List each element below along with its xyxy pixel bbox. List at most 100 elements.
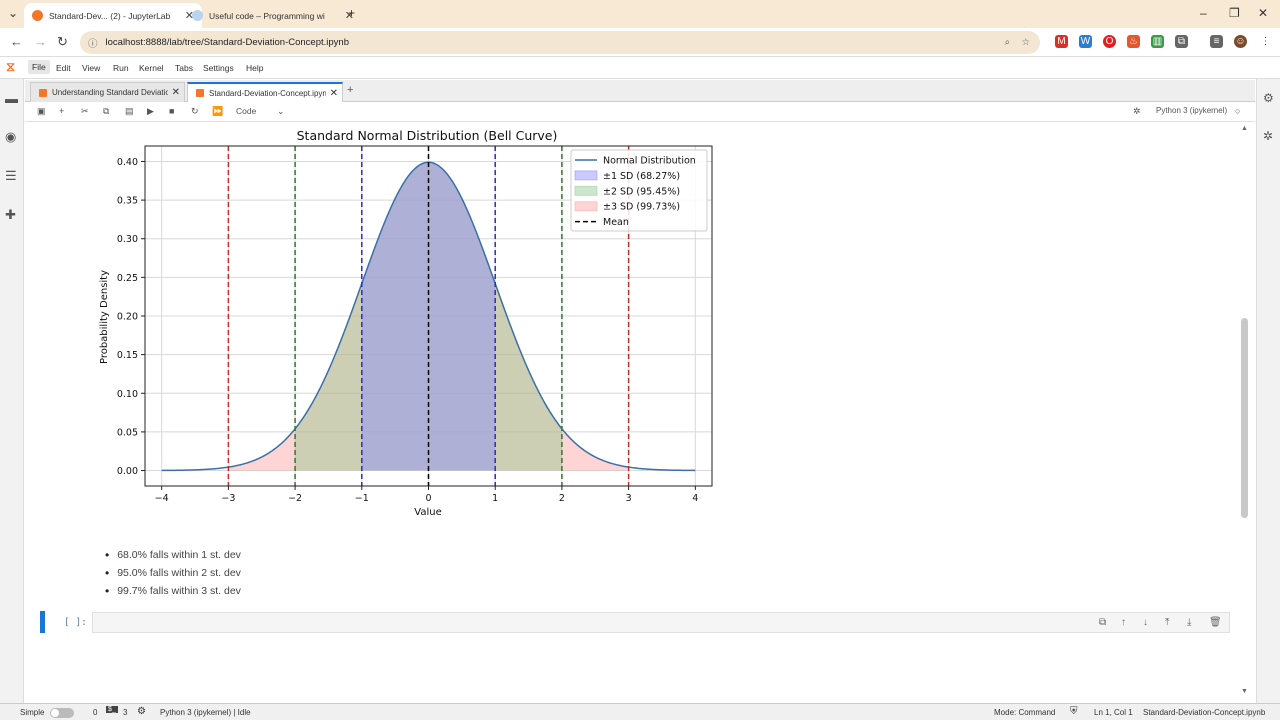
word-extension-icon[interactable]: W [1079,35,1092,48]
minimize-button[interactable]: – [1200,6,1207,20]
menu-file[interactable]: File [28,60,50,74]
run-icon[interactable]: ▶ [147,106,154,117]
insert-cell-icon[interactable]: + [59,106,64,116]
address-bar-row: ← → ↻ ⓘ localhost:8888/lab/tree/Standard… [0,28,1280,57]
back-icon[interactable]: ← [10,34,23,49]
close-icon[interactable]: ✕ [330,88,338,99]
move-up-icon[interactable]: ↑ [1121,617,1126,628]
browser-tab-bar: ⌄ Standard-Dev... (2) - JupyterLab ✕ Use… [0,0,1280,28]
y-tick-label: 0.40 [117,157,138,168]
x-tick-label: 2 [559,493,565,504]
opera-extension-icon[interactable]: O [1103,35,1116,48]
x-tick-label: 1 [492,493,498,504]
menu-settings[interactable]: Settings [203,63,234,73]
maximize-button[interactable]: ❐ [1229,6,1240,20]
cell-type-select[interactable]: Code [236,106,256,116]
kernel-name[interactable]: Python 3 (ipykernel) [1156,106,1227,115]
property-inspector-icon[interactable]: ⚙ [1263,91,1274,105]
insert-above-icon[interactable]: ⤒ [1165,617,1169,628]
simple-mode-toggle[interactable] [50,708,74,718]
url-field[interactable]: ⓘ localhost:8888/lab/tree/Standard-Devia… [80,31,1040,54]
kernel-status[interactable]: Python 3 (ipykernel) | Idle [160,708,251,717]
menu-run[interactable]: Run [113,63,129,73]
y-tick-label: 0.25 [117,273,138,284]
jupyter-logo-icon: ⧖ [6,59,16,74]
notebook-icon [196,89,204,97]
notebook-icon [39,88,47,97]
legend-label: ±3 SD (99.73%) [603,202,680,213]
chevron-down-icon[interactable]: ⌄ [277,106,285,117]
y-tick-label: 0.35 [117,196,138,207]
kernel-count: 3 [123,708,128,717]
terminal-count: 0 [93,708,98,717]
stop-icon[interactable]: ■ [169,106,174,116]
y-tick-label: 0.05 [117,427,138,438]
legend-swatch [574,201,598,212]
extensions-icon[interactable]: ⧉ [1175,35,1188,48]
gear-icon[interactable]: ⚙ [137,706,146,717]
browser-tab-jupyterlab[interactable]: Standard-Dev... (2) - JupyterLab ✕ [24,3,202,28]
table-of-contents-icon[interactable]: ☰ [5,168,17,184]
close-window-button[interactable]: ✕ [1258,6,1268,20]
run-all-icon[interactable]: ⏩ [212,106,223,117]
gmail-extension-icon[interactable]: M [1055,35,1068,48]
legend-label: Mean [603,217,629,228]
insert-below-icon[interactable]: ⤓ [1187,617,1191,628]
site-info-icon[interactable]: ⓘ [88,36,98,50]
profile-avatar[interactable]: ☺ [1234,35,1247,48]
new-tab-button[interactable]: + [348,6,355,20]
cell-input[interactable]: ⧉ ↑ ↓ ⤒ ⤓ 🗑 [92,612,1230,633]
y-tick-label: 0.10 [117,389,138,400]
file-browser-icon[interactable]: ▬ [5,91,18,106]
reading-list-icon[interactable]: ≡ [1210,35,1223,48]
debug-icon[interactable]: ✲ [1133,106,1141,117]
chart-extension-icon[interactable]: ▥ [1151,35,1164,48]
simple-mode-label: Simple [20,708,45,717]
paste-icon[interactable]: ▤ [125,106,134,117]
tab-search-icon[interactable]: ⌄ [8,6,18,20]
bookmark-star-icon[interactable]: ☆ [1021,37,1030,48]
doc-tab-understanding[interactable]: Understanding Standard Deviation ✕ [30,82,185,102]
y-axis-label: Probability Density [99,270,110,364]
shield-icon[interactable]: ⛨ [1070,706,1078,717]
notebook-toolbar: ▣ + ✂ ⧉ ▤ ▶ ■ ↻ ⏩ Code ⌄ ✲ Python 3 (ipy… [25,102,1255,122]
close-icon[interactable]: ✕ [172,87,180,98]
menu-tabs[interactable]: Tabs [175,63,193,73]
forward-icon[interactable]: → [34,34,47,49]
save-icon[interactable]: ▣ [37,106,46,117]
restart-icon[interactable]: ↻ [191,106,199,117]
menu-kernel[interactable]: Kernel [139,63,164,73]
new-launcher-button[interactable]: + [347,84,353,96]
jupyter-menu-bar: ⧖ File Edit View Run Kernel Tabs Setting… [0,57,1280,79]
debugger-icon[interactable]: ✲ [1263,129,1273,143]
scroll-up-icon[interactable]: ▲ [1241,125,1248,132]
cut-icon[interactable]: ✂ [81,106,89,117]
code-cell[interactable]: [ ]: ⧉ ↑ ↓ ⤒ ⤓ 🗑 [40,611,1230,634]
cursor-position[interactable]: Ln 1, Col 1 [1094,708,1133,717]
zoom-icon[interactable]: ⌕ [1005,37,1010,48]
jupyter-favicon-icon [32,10,43,21]
terminal-icon[interactable]: $_ [106,706,118,713]
menu-edit[interactable]: Edit [56,63,71,73]
legend-swatch [574,185,598,196]
move-down-icon[interactable]: ↓ [1143,617,1148,628]
duplicate-cell-icon[interactable]: ⧉ [1099,617,1106,628]
reload-icon[interactable]: ↻ [57,34,68,50]
menu-view[interactable]: View [82,63,100,73]
browser-tab-useful-code[interactable]: Useful code – Programming wi ✕ [184,3,362,28]
copy-icon[interactable]: ⧉ [103,106,109,117]
running-kernels-icon[interactable]: ◉ [5,129,16,145]
scrollbar-thumb[interactable] [1241,318,1248,518]
browser-menu-icon[interactable]: ⋮ [1259,35,1272,48]
y-tick-label: 0.30 [117,234,138,245]
delete-cell-icon[interactable]: 🗑 [1209,617,1222,628]
browser-tab-label: Standard-Dev... (2) - JupyterLab [49,10,171,21]
scroll-down-icon[interactable]: ▼ [1241,688,1248,695]
legend-swatch [574,170,598,181]
x-tick-label: −4 [155,493,169,504]
doc-tab-standard-deviation[interactable]: Standard-Deviation-Concept.ipynb ✕ [187,82,343,102]
list-item: 68.0% falls within 1 st. dev [105,546,241,564]
menu-help[interactable]: Help [246,63,263,73]
extension-manager-icon[interactable]: ✚ [5,207,16,223]
flame-extension-icon[interactable]: ♨ [1127,35,1140,48]
